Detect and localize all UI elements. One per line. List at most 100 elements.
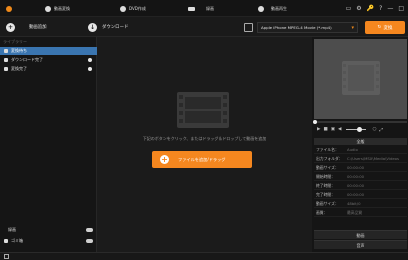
info-key: ファイル名：: [316, 147, 339, 152]
tab-audio-info[interactable]: 音声: [314, 240, 407, 249]
download-button[interactable]: ↓ ダウンロード: [88, 17, 128, 37]
info-value: 00:00:00: [347, 192, 365, 197]
tab-play[interactable]: 動画再生: [258, 0, 287, 17]
film-add-icon: +: [6, 22, 15, 32]
info-row: 動画サイズ： 48bit/0: [314, 200, 407, 208]
format-settings-icon[interactable]: [244, 23, 253, 32]
drop-hint-text: 下記のボタンをクリック、またはドラッグ＆ドロップして動画を追加: [142, 136, 267, 141]
info-row: ファイル名： Audio: [314, 146, 407, 154]
info-row: 終了時間： 00:00:00: [314, 182, 407, 190]
info-row: 開始時間： 00:00:00: [314, 173, 407, 181]
sidebar-item-label: 録画: [8, 227, 16, 232]
player-controls: ▶ ■ ▣ ◀ ○ ⤢: [314, 125, 407, 134]
count-badge: [88, 58, 92, 62]
status-bar: [0, 252, 408, 260]
right-panel: ▶ ■ ▣ ◀ ○ ⤢ 全般 ファイル名： Audio 出力フォルダ： C:\U…: [312, 37, 408, 252]
play-icon[interactable]: ▶: [317, 127, 320, 132]
layout-icon[interactable]: [4, 254, 9, 259]
info-key: 終了時間：: [316, 183, 335, 188]
sidebar-item-pending[interactable]: 変換待ち: [0, 47, 97, 55]
volume-slider[interactable]: [346, 127, 367, 132]
tab-play-label: 動画再生: [271, 5, 287, 11]
info-value: 48bit/0: [347, 201, 361, 206]
preview-window: [314, 39, 407, 119]
output-format-value: Apple iPhone MPEG-4 Movie (*.mp4): [261, 25, 332, 30]
volume-knob[interactable]: [357, 127, 363, 132]
download-label: ダウンロード: [102, 25, 129, 30]
output-format-select[interactable]: Apple iPhone MPEG-4 Movie (*.mp4) ▾: [257, 22, 358, 33]
seek-bar[interactable]: [313, 120, 407, 124]
record-tab-icon: [188, 6, 195, 11]
tab-dvd-label: DVD作成: [129, 5, 146, 11]
count-badge: [86, 228, 93, 232]
volume-icon[interactable]: ◀: [338, 127, 341, 132]
info-key: 出力フォルダ：: [316, 156, 343, 161]
convert-tab-icon: [45, 5, 51, 12]
app-logo: [6, 0, 12, 17]
info-key: 開始時間：: [316, 174, 335, 179]
top-tab-bar: 動画変換 DVD作成 録画 動画再生 ▭ ⚙ 🔑 ? — □: [0, 0, 408, 17]
tab-video-info[interactable]: 動画: [314, 230, 407, 239]
sidebar-header: ライブラリー: [3, 39, 27, 44]
sidebar-item-label: ゴミ箱: [11, 238, 23, 243]
convert-icon: ↻: [377, 25, 382, 30]
add-video-button[interactable]: + 動画追加: [6, 17, 47, 37]
tab-dvd[interactable]: DVD作成: [120, 0, 146, 17]
film-reel-icon: [342, 61, 380, 95]
sidebar-item-label: ダウンロード完了: [11, 57, 43, 62]
seek-knob[interactable]: [313, 120, 317, 124]
chevron-down-icon: ▾: [351, 25, 354, 31]
info-value: 00:00:00: [347, 183, 365, 188]
minimize-icon[interactable]: —: [387, 5, 393, 12]
main-drop-area[interactable]: 下記のボタンをクリック、またはドラッグ＆ドロップして動画を追加 + ファイルを追…: [97, 37, 312, 252]
key-icon[interactable]: 🔑: [367, 5, 374, 12]
stop-icon[interactable]: ■: [323, 127, 327, 132]
snapshot-icon[interactable]: ▣: [331, 127, 335, 132]
info-row: 出力フォルダ： C:\Users\MSX\Media\Videos: [314, 155, 407, 163]
help-icon[interactable]: ?: [379, 5, 382, 12]
info-key: 動画サイズ：: [316, 201, 339, 206]
check-icon: [4, 67, 8, 71]
add-files-label: ファイルを追加/ドラッグ: [178, 156, 226, 162]
info-key: 画質：: [316, 210, 328, 215]
convert-button[interactable]: ↻ 変換: [365, 21, 405, 34]
add-files-button[interactable]: + ファイルを追加/ドラッグ: [152, 151, 252, 168]
app-logo-icon: [6, 5, 12, 12]
info-key: 完了時間：: [316, 192, 335, 197]
tab-record[interactable]: 録画: [188, 0, 214, 17]
maximize-icon[interactable]: □: [398, 5, 404, 12]
search-icon[interactable]: ○: [372, 127, 376, 132]
info-value: C:\Users\MSX\Media\Videos: [347, 156, 399, 161]
gear-icon[interactable]: ⚙: [356, 5, 361, 12]
count-badge: [88, 67, 92, 71]
tab-convert-label: 動画変換: [54, 5, 70, 11]
sidebar-item-downloaded[interactable]: ダウンロード完了: [0, 56, 97, 64]
convert-label: 変換: [383, 25, 393, 31]
sidebar-item-label: 変換完了: [11, 66, 27, 71]
refresh-icon: [4, 49, 8, 53]
info-row: 動画サイズ： 00:00:00: [314, 164, 407, 172]
dvd-tab-icon: [120, 5, 126, 12]
info-value: 00:00:00: [347, 165, 365, 170]
play-tab-icon: [258, 5, 264, 12]
sidebar-item-recorded[interactable]: 録画: [0, 226, 97, 234]
add-video-label: 動画追加: [29, 25, 47, 30]
window-controls: ▭ ⚙ 🔑 ? — □: [346, 0, 404, 17]
tab-convert[interactable]: 動画変換: [45, 0, 70, 17]
info-section-header: 全般: [314, 138, 407, 145]
monitor-icon[interactable]: ▭: [346, 5, 352, 12]
download-icon: [4, 58, 8, 62]
info-value: Audio: [347, 147, 358, 152]
info-value: 00:00:00: [347, 174, 365, 179]
sidebar: ライブラリー 変換待ち ダウンロード完了 変換完了 録画 ゴミ箱: [0, 37, 97, 252]
info-key: 動画サイズ：: [316, 165, 339, 170]
trash-icon: [4, 239, 8, 243]
info-value: 最高品質: [347, 210, 363, 215]
fullscreen-icon[interactable]: ⤢: [379, 127, 383, 133]
plus-icon: +: [160, 155, 169, 164]
sidebar-item-converted[interactable]: 変換完了: [0, 65, 97, 73]
sidebar-item-trash[interactable]: ゴミ箱: [0, 237, 97, 245]
film-icon: [177, 92, 229, 128]
tab-record-label: 録画: [206, 5, 214, 11]
sidebar-item-label: 変換待ち: [11, 48, 27, 53]
